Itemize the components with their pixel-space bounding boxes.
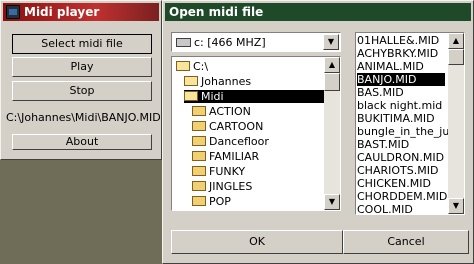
- stop-label: Stop: [69, 84, 95, 97]
- folder-icon: [192, 196, 206, 206]
- folder-icon: [192, 166, 206, 176]
- ok-label: OK: [249, 235, 265, 248]
- file-label: ACHYBRKY.MID: [357, 47, 439, 60]
- file-label: CHICKEN.MID: [357, 177, 431, 190]
- drive-dropdown-button[interactable]: ▼: [323, 34, 339, 50]
- ok-button[interactable]: OK: [171, 230, 343, 254]
- file-item[interactable]: CAULDRON.MID: [357, 151, 444, 164]
- file-label: COOL.MID: [357, 203, 413, 215]
- cancel-button[interactable]: Cancel: [343, 230, 469, 254]
- play-label: Play: [70, 60, 94, 73]
- stop-button[interactable]: Stop: [12, 81, 152, 101]
- file-label: BANJO.MID: [357, 73, 417, 86]
- dir-scroll-thumb[interactable]: [324, 73, 340, 91]
- file-item[interactable]: BAST.MID: [357, 138, 409, 151]
- directory-item[interactable]: Dancefloor: [192, 135, 269, 148]
- select-midi-file-label: Select midi file: [41, 37, 123, 50]
- directory-item[interactable]: ACTION: [192, 105, 251, 118]
- directory-item[interactable]: Midi: [184, 90, 328, 103]
- file-item[interactable]: 01HALLE&.MID: [357, 34, 439, 47]
- scroll-down-icon: ▼: [452, 201, 460, 210]
- directory-label: FAMILIAR: [209, 150, 260, 163]
- directory-label: ACTION: [209, 105, 251, 118]
- directory-label: POP: [209, 195, 231, 208]
- directory-label: JINGLES: [209, 180, 253, 193]
- chevron-down-icon: ▼: [327, 37, 335, 46]
- select-midi-file-button[interactable]: Select midi file: [12, 34, 152, 54]
- file-item[interactable]: BUKITIMA.MID: [357, 112, 435, 125]
- file-scrollbar[interactable]: ▲ ▼: [448, 33, 464, 214]
- cancel-label: Cancel: [387, 235, 425, 248]
- file-item[interactable]: CHICKEN.MID: [357, 177, 431, 190]
- directory-label: Dancefloor: [209, 135, 269, 148]
- folder-icon: [192, 121, 206, 131]
- file-scroll-down-button[interactable]: ▼: [448, 198, 464, 214]
- file-label: 01HALLE&.MID: [357, 34, 440, 47]
- file-label: BUKITIMA.MID: [357, 112, 435, 125]
- app-icon: [6, 5, 20, 19]
- scroll-up-icon: ▲: [452, 36, 460, 45]
- file-item[interactable]: black night.mid: [357, 99, 442, 112]
- directory-scrollbar[interactable]: ▲ ▼: [324, 57, 340, 210]
- file-item[interactable]: BAS.MID: [357, 86, 404, 99]
- open-midi-dialog: Open midi file c: [466 MHZ] ▼ C:\ Johanne…: [162, 0, 474, 264]
- folder-icon: [176, 61, 190, 71]
- directory-label: FUNKY: [209, 165, 246, 178]
- folder-icon: [192, 106, 206, 116]
- file-item[interactable]: ANIMAL.MID: [357, 60, 424, 73]
- folder-icon: [192, 181, 206, 191]
- dialog-title: Open midi file: [169, 5, 264, 19]
- file-list[interactable]: 01HALLE&.MID ACHYBRKY.MID ANIMAL.MID BANJO.…: [355, 32, 465, 215]
- drive-select[interactable]: c: [466 MHZ] ▼: [171, 32, 341, 52]
- file-label: CHARIOTS.MID: [357, 164, 439, 177]
- folder-icon: [184, 91, 198, 101]
- directory-item[interactable]: JINGLES: [192, 180, 252, 193]
- file-item[interactable]: ACHYBRKY.MID: [357, 47, 438, 60]
- file-label: CHORDDEM.MID: [357, 190, 448, 203]
- about-button[interactable]: About: [12, 134, 152, 150]
- directory-item[interactable]: POP: [192, 195, 231, 208]
- file-label: ANIMAL.MID: [357, 60, 424, 73]
- file-label: BAST.MID: [357, 138, 410, 151]
- file-item[interactable]: CHORDDEM.MID: [357, 190, 447, 203]
- file-item[interactable]: CHARIOTS.MID: [357, 164, 438, 177]
- directory-item[interactable]: CARTOON: [192, 120, 263, 133]
- dir-scroll-up-button[interactable]: ▲: [324, 57, 340, 73]
- folder-icon: [184, 76, 198, 86]
- about-label: About: [65, 135, 99, 148]
- current-file-path: C:\Johannes\Midi\BANJO.MID: [6, 111, 161, 124]
- midi-player-window: Midi player Select midi file Play Stop C…: [0, 0, 162, 160]
- file-label: BAS.MID: [357, 86, 404, 99]
- drive-value: c: [466 MHZ]: [194, 36, 266, 49]
- file-scroll-thumb[interactable]: [448, 49, 464, 65]
- directory-label: Johannes: [201, 75, 252, 88]
- drive-icon: [176, 38, 191, 47]
- file-scroll-up-button[interactable]: ▲: [448, 33, 464, 49]
- file-item[interactable]: COOL.MID: [357, 203, 413, 215]
- play-button[interactable]: Play: [12, 57, 152, 77]
- directory-item[interactable]: C:\: [176, 60, 208, 73]
- folder-icon: [192, 151, 206, 161]
- directory-label: Midi: [201, 90, 224, 103]
- dir-scroll-down-button[interactable]: ▼: [324, 194, 340, 210]
- scroll-down-icon: ▼: [328, 197, 336, 206]
- file-label: CAULDRON.MID: [357, 151, 445, 164]
- file-label: black night.mid: [357, 99, 443, 112]
- directory-item[interactable]: Johannes: [184, 75, 251, 88]
- directory-label: CARTOON: [209, 120, 264, 133]
- directory-label: C:\: [193, 60, 209, 73]
- directory-item[interactable]: FAMILIAR: [192, 150, 259, 163]
- midi-player-titlebar[interactable]: Midi player: [3, 3, 159, 21]
- directory-item[interactable]: FUNKY: [192, 165, 245, 178]
- dialog-titlebar[interactable]: Open midi file: [165, 3, 471, 21]
- folder-icon: [192, 136, 206, 146]
- scroll-up-icon: ▲: [328, 60, 336, 69]
- midi-player-title: Midi player: [24, 5, 100, 19]
- directory-list[interactable]: C:\ Johannes Midi ACTION CARTOON Dancefloor FA…: [171, 56, 341, 211]
- file-item[interactable]: BANJO.MID: [357, 73, 445, 86]
